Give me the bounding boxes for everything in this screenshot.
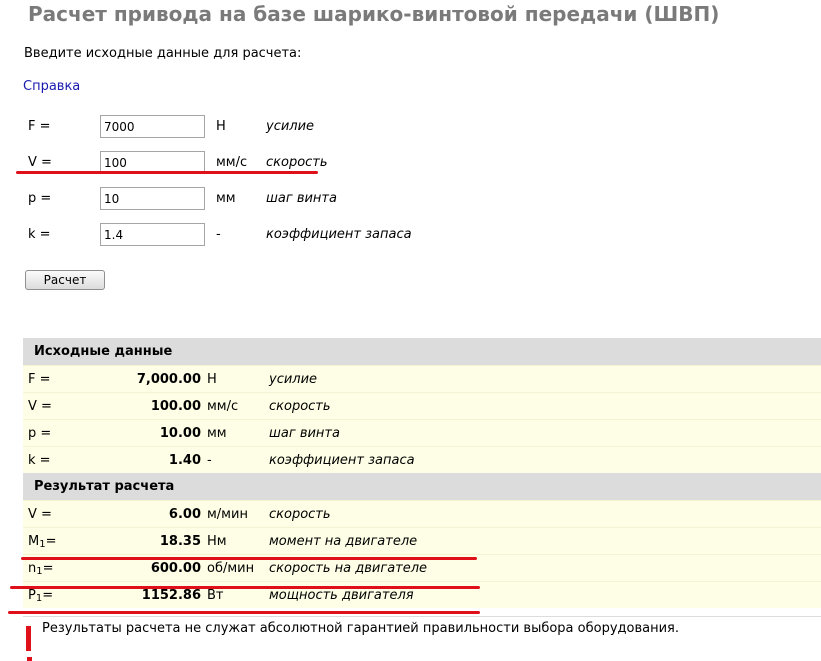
- exclamation-dot-icon: [27, 657, 32, 661]
- speed-label: V =: [28, 155, 52, 170]
- safety-desc: коэффициент запаса: [266, 227, 412, 242]
- result-row: V = 6.00 м/мин скорость: [23, 500, 821, 527]
- row-desc: усилие: [269, 372, 318, 387]
- result-row: p = 10.00 мм шаг винта: [23, 419, 821, 446]
- row-value: 18.35: [159, 534, 201, 549]
- row-unit: мм/с: [207, 399, 239, 414]
- row-value: 7,000.00: [136, 372, 201, 387]
- safety-label: k =: [28, 227, 51, 242]
- row-value: 100.00: [150, 399, 201, 414]
- pitch-desc: шаг винта: [266, 191, 337, 206]
- result-row: k = 1.40 - коэффициент запаса: [23, 446, 821, 473]
- calculate-button[interactable]: Расчет: [25, 270, 105, 290]
- row-label: n1=: [28, 561, 54, 577]
- force-desc: усилие: [266, 119, 315, 134]
- input-row-pitch: p = мм шаг винта: [0, 187, 600, 211]
- result-row: F = 7,000.00 Н усилие: [23, 365, 821, 392]
- input-row-force: F = Н усилие: [0, 115, 600, 139]
- row-desc: мощность двигателя: [269, 588, 414, 603]
- row-desc: скорость на двигателе: [269, 561, 428, 576]
- help-link[interactable]: Справка: [23, 79, 80, 94]
- row-label: F =: [28, 372, 51, 387]
- row-value: 600.00: [150, 561, 201, 576]
- annotation-underline: [10, 586, 480, 589]
- result-row: V = 100.00 мм/с скорость: [23, 392, 821, 419]
- row-desc: скорость: [269, 507, 331, 522]
- row-value: 10.00: [159, 426, 201, 441]
- row-value: 1.40: [168, 453, 201, 468]
- results-panel: Исходные данные F = 7,000.00 Н усилие V …: [23, 338, 821, 608]
- row-label: P1=: [28, 588, 54, 604]
- safety-input[interactable]: [100, 223, 205, 246]
- pitch-label: p =: [28, 191, 52, 206]
- row-unit: Н: [207, 372, 217, 387]
- row-unit: -: [207, 453, 212, 468]
- row-value: 1152.86: [141, 588, 201, 603]
- row-unit: м/мин: [207, 507, 248, 522]
- speed-unit: мм/с: [216, 155, 248, 170]
- row-label: V =: [28, 507, 52, 522]
- input-row-safety: k = - коэффициент запаса: [0, 223, 600, 247]
- row-desc: скорость: [269, 399, 331, 414]
- disclaimer-text: Результаты расчета не служат абсолютной …: [42, 621, 679, 636]
- pitch-input[interactable]: [100, 187, 205, 210]
- force-label: F =: [28, 119, 51, 134]
- row-desc: момент на двигателе: [269, 534, 418, 549]
- disclaimer: Результаты расчета не служат абсолютной …: [23, 616, 821, 643]
- safety-unit: -: [216, 227, 221, 242]
- exclamation-icon: [26, 626, 31, 651]
- row-label: k =: [28, 453, 51, 468]
- speed-desc: скорость: [266, 155, 328, 170]
- row-label: M1=: [28, 534, 57, 550]
- input-prompt: Введите исходные данные для расчета:: [24, 46, 302, 61]
- row-unit: Вт: [207, 588, 224, 603]
- row-desc: шаг винта: [269, 426, 340, 441]
- page-title: Расчет привода на базе шарико-винтовой п…: [28, 2, 720, 26]
- annotation-underline: [21, 557, 477, 560]
- annotation-underline: [8, 611, 480, 614]
- row-label: V =: [28, 399, 52, 414]
- result-row: M1= 18.35 Нм момент на двигателе: [23, 527, 821, 554]
- row-unit: Нм: [207, 534, 227, 549]
- source-data-header: Исходные данные: [23, 338, 821, 365]
- force-unit: Н: [216, 119, 226, 134]
- pitch-unit: мм: [216, 191, 236, 206]
- row-label: p =: [28, 426, 52, 441]
- row-desc: коэффициент запаса: [269, 453, 415, 468]
- row-value: 6.00: [168, 507, 201, 522]
- annotation-underline: [16, 171, 318, 174]
- row-unit: об/мин: [207, 561, 255, 576]
- force-input[interactable]: [100, 115, 205, 138]
- row-unit: мм: [207, 426, 227, 441]
- result-header: Результат расчета: [23, 473, 821, 500]
